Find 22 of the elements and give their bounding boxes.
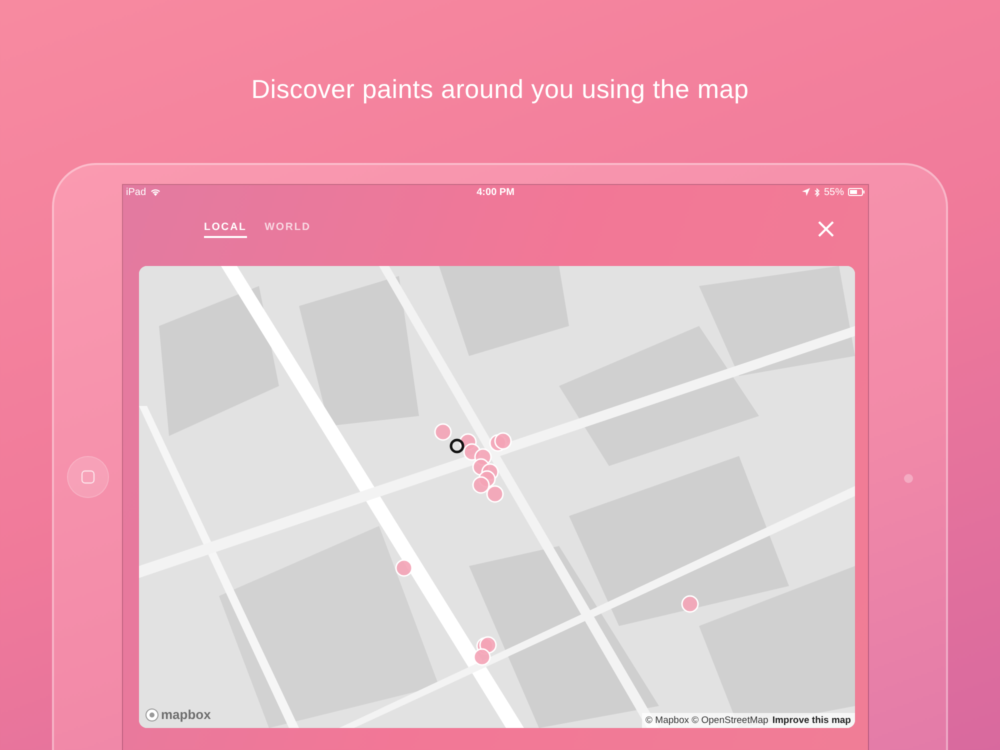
square-icon [80, 470, 94, 484]
map-logo-text: mapbox [161, 707, 211, 722]
map[interactable]: mapbox © Mapbox © OpenStreetMap Improve this map [139, 266, 855, 728]
battery-percent: 55% [824, 186, 844, 198]
bluetooth-icon [814, 188, 820, 196]
map-pin[interactable] [681, 595, 699, 613]
pin-cluster-drawing[interactable] [459, 432, 512, 503]
map-pin[interactable] [434, 423, 452, 441]
close-icon [817, 220, 835, 238]
headline: Discover paints around you using the map [251, 74, 749, 106]
carrier-label: iPad [126, 186, 146, 198]
status-time: 4:00 PM [476, 186, 514, 198]
home-button[interactable] [68, 457, 108, 497]
pin-cluster-drawing[interactable] [473, 636, 497, 666]
location-arrow-icon [802, 188, 810, 196]
improve-map-link[interactable]: Improve this map [772, 715, 851, 726]
location-marker [450, 438, 464, 454]
wifi-icon [150, 188, 162, 196]
battery-icon [848, 188, 866, 196]
close-button[interactable] [817, 220, 835, 238]
camera-dot [904, 474, 912, 483]
map-attribution: © Mapbox © OpenStreetMap [646, 715, 768, 726]
